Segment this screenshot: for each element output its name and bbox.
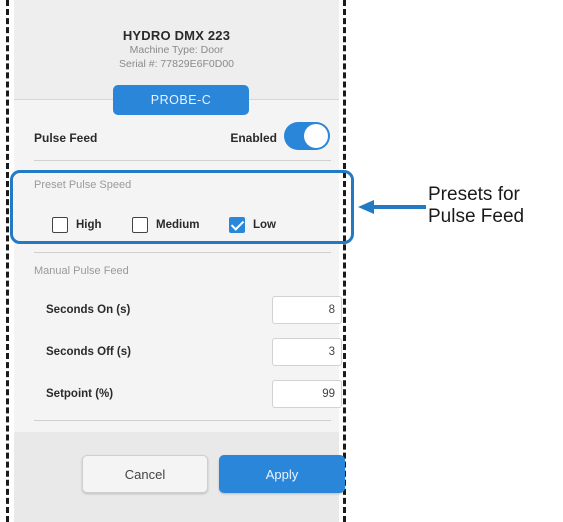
seconds-off-input[interactable] (272, 338, 342, 366)
toggle-knob (304, 124, 328, 148)
serial-number: Serial #: 77829E6F0D00 (119, 58, 234, 70)
callout-line-2: Pulse Feed (428, 206, 525, 227)
arrow-left-icon (358, 200, 426, 214)
right-dashed-border (343, 0, 346, 522)
callout-annotation: Presets for Pulse Feed (428, 184, 524, 228)
pulse-feed-panel: HYDRO DMX 223 Machine Type: Door Serial … (14, 0, 345, 522)
divider (34, 160, 331, 161)
divider (34, 420, 331, 421)
preset-highlight-box (10, 170, 354, 244)
device-name: HYDRO DMX 223 (122, 28, 231, 43)
seconds-on-input[interactable] (272, 296, 342, 324)
divider (34, 252, 331, 253)
cancel-button[interactable]: Cancel (82, 455, 208, 493)
pulse-feed-toggle[interactable] (284, 122, 330, 150)
seconds-on-label: Seconds On (s) (46, 304, 131, 316)
machine-type: Machine Type: Door (129, 44, 224, 56)
setpoint-label: Setpoint (%) (46, 388, 114, 400)
apply-button[interactable]: Apply (219, 455, 345, 493)
manual-section-label: Manual Pulse Feed (34, 265, 129, 277)
probe-button[interactable]: PROBE-C (113, 85, 249, 115)
callout-line-1: Presets for (428, 184, 520, 205)
left-dashed-border (6, 0, 9, 522)
seconds-off-label: Seconds Off (s) (46, 346, 131, 358)
pulse-feed-label: Pulse Feed (34, 131, 98, 145)
setpoint-input[interactable] (272, 380, 342, 408)
pulse-feed-status: Enabled (230, 131, 277, 145)
